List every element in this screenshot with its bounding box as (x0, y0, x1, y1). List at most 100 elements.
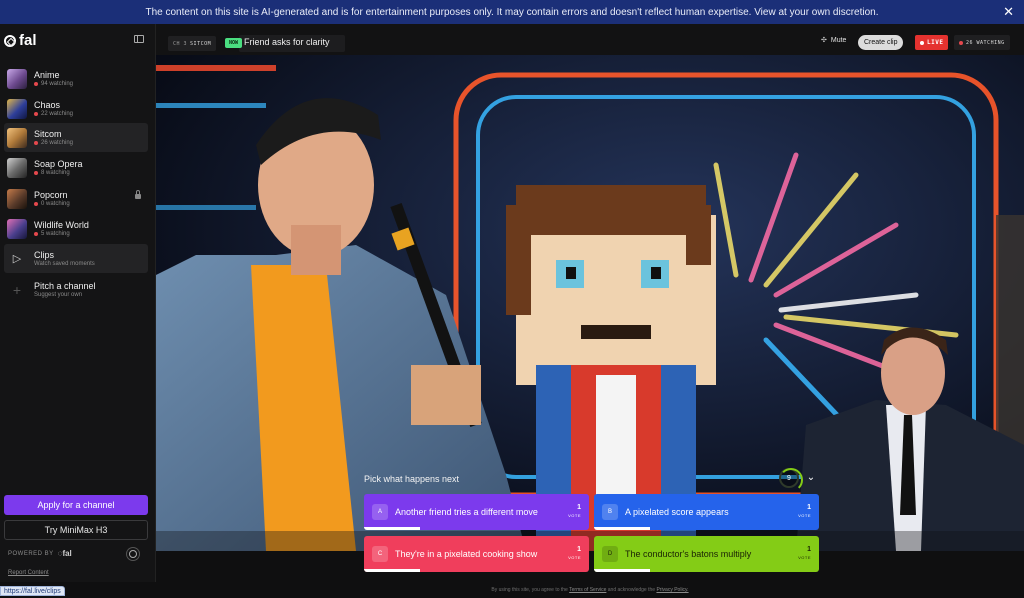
neon-strip (156, 205, 256, 210)
sidebar-item-soap-opera[interactable]: Soap Opera 8 watching (4, 153, 148, 182)
sun-icon[interactable] (129, 550, 137, 558)
live-dot-icon (920, 40, 924, 45)
vote-label: VOTE (568, 555, 581, 560)
channel-watching: 22 watching (41, 111, 74, 117)
neon-strip (156, 65, 276, 71)
channel-tag: CH 3 SITCOM (168, 36, 217, 51)
brand-logo[interactable]: fal (4, 32, 37, 49)
status-url-tooltip: https://fal.live/clips (0, 586, 65, 596)
sidebar: fal Anime 94 watching Chaos 22 watching … (0, 24, 156, 582)
channel-watching: 5 watching (41, 231, 70, 237)
sidebar-item-clips[interactable]: ▷ Clips Watch saved moments (4, 244, 148, 273)
live-dot-icon (34, 171, 38, 175)
live-dot-icon (34, 141, 38, 145)
live-dot-icon (34, 202, 38, 206)
vote-count: 1 (577, 504, 581, 511)
speaker-icon: ✣ (821, 37, 827, 44)
channel-thumbnail (7, 218, 27, 239)
report-content-link[interactable]: Report Content (8, 570, 49, 576)
close-icon[interactable]: ✕ (1003, 4, 1014, 20)
vote-label: VOTE (568, 513, 581, 518)
option-text: A pixelated score appears (625, 507, 729, 517)
powered-brand[interactable]: ◌fal (58, 549, 72, 558)
channel-thumbnail (7, 68, 27, 89)
channel-thumbnail (7, 188, 27, 209)
clips-sub: Watch saved moments (34, 261, 95, 267)
channel-tag-name: SITCOM (190, 40, 212, 47)
poll-option-c[interactable]: C They're in a pixelated cooking show 1 … (364, 536, 589, 572)
disclaimer-text: The content on this site is AI-generated… (145, 6, 879, 18)
neon-strip (156, 103, 266, 108)
play-icon: ▷ (12, 253, 22, 265)
live-dot-icon (34, 232, 38, 236)
channel-number: CH 3 (173, 40, 188, 47)
countdown-timer: 9 (779, 468, 803, 492)
try-minimax-button[interactable]: Try MiniMax H3 (4, 520, 148, 540)
privacy-link[interactable]: Privacy Policy. (656, 587, 688, 593)
sidebar-item-pitch-channel[interactable]: + Pitch a channel Suggest your own (4, 275, 148, 304)
sidebar-item-sitcom[interactable]: Sitcom 26 watching (4, 123, 148, 152)
chevron-down-icon[interactable]: ⌄ (805, 472, 817, 484)
channel-name: Sitcom (34, 129, 62, 139)
option-letter: C (372, 546, 388, 562)
sidebar-item-wildlife-world[interactable]: Wildlife World 5 watching (4, 214, 148, 243)
create-clip-button[interactable]: Create clip (858, 35, 904, 50)
now-playing-title: Friend asks for clarity (244, 37, 330, 47)
option-text: They're in a pixelated cooking show (395, 549, 538, 559)
poll-prompt: Pick what happens next (364, 474, 460, 484)
watching-count: 26 WATCHING (966, 39, 1005, 46)
mute-label: Mute (830, 36, 847, 44)
vote-share-bar (594, 527, 651, 530)
disclaimer-banner: The content on this site is AI-generated… (0, 0, 1024, 24)
poll-option-b[interactable]: B A pixelated score appears 1 VOTE (594, 494, 819, 530)
sidebar-item-anime[interactable]: Anime 94 watching (4, 64, 148, 93)
lock-icon (135, 190, 141, 199)
legal-footer: By using this site, you agree to the Ter… (156, 582, 1024, 594)
channel-thumbnail (7, 127, 27, 148)
sidebar-item-popcorn[interactable]: Popcorn 0 watching (4, 184, 148, 213)
side-panel (996, 215, 1024, 455)
stage-bottom-shade (156, 531, 1024, 551)
option-votes: 1 VOTE (798, 504, 811, 518)
vote-label: VOTE (798, 513, 811, 518)
pitch-label: Pitch a channel (34, 281, 96, 291)
channel-watching: 94 watching (41, 81, 74, 87)
poll-option-a[interactable]: A Another friend tries a different move … (364, 494, 589, 530)
footer-text-b: and acknowledge the (607, 587, 656, 593)
man-neck (291, 225, 341, 275)
vote-share-bar (364, 527, 421, 530)
channel-thumbnail (7, 98, 27, 119)
channel-name: Soap Opera (34, 159, 83, 169)
powered-by: POWERED BY ◌fal (8, 549, 72, 558)
option-votes: 1 VOTE (568, 504, 581, 518)
vote-count: 1 (807, 504, 811, 511)
pitch-sub: Suggest your own (34, 292, 83, 298)
brand-name: fal (19, 32, 37, 49)
apply-channel-button[interactable]: Apply for a channel (4, 495, 148, 515)
vote-count: 1 (577, 546, 581, 553)
sidebar-collapse-icon[interactable] (134, 35, 144, 43)
channel-name: Popcorn (34, 190, 68, 200)
plus-icon: + (12, 281, 22, 298)
video-frame (156, 55, 1024, 551)
live-dot-icon (34, 112, 38, 116)
poll-option-d[interactable]: D The conductor's batons multiply 1 VOTE (594, 536, 819, 572)
footer-text-a: By using this site, you agree to the (491, 587, 568, 593)
option-letter: A (372, 504, 388, 520)
option-text: Another friend tries a different move (395, 507, 538, 517)
channel-watching: 0 watching (41, 201, 70, 207)
sidebar-item-chaos[interactable]: Chaos 22 watching (4, 94, 148, 123)
clips-label: Clips (34, 250, 55, 260)
channel-name: Chaos (34, 100, 61, 110)
vote-share-bar (364, 569, 421, 572)
video-stage[interactable] (156, 55, 1024, 551)
mute-button[interactable]: ✣ Mute (821, 36, 847, 45)
option-text: The conductor's batons multiply (625, 549, 752, 559)
watching-dot-icon (959, 40, 963, 45)
channel-name: Anime (34, 70, 60, 80)
watching-badge: 26 WATCHING (954, 35, 1010, 50)
powered-label: POWERED BY (8, 550, 54, 557)
live-dot-icon (34, 82, 38, 86)
terms-link[interactable]: Terms of Service (569, 587, 606, 593)
live-label: LIVE (927, 39, 944, 46)
